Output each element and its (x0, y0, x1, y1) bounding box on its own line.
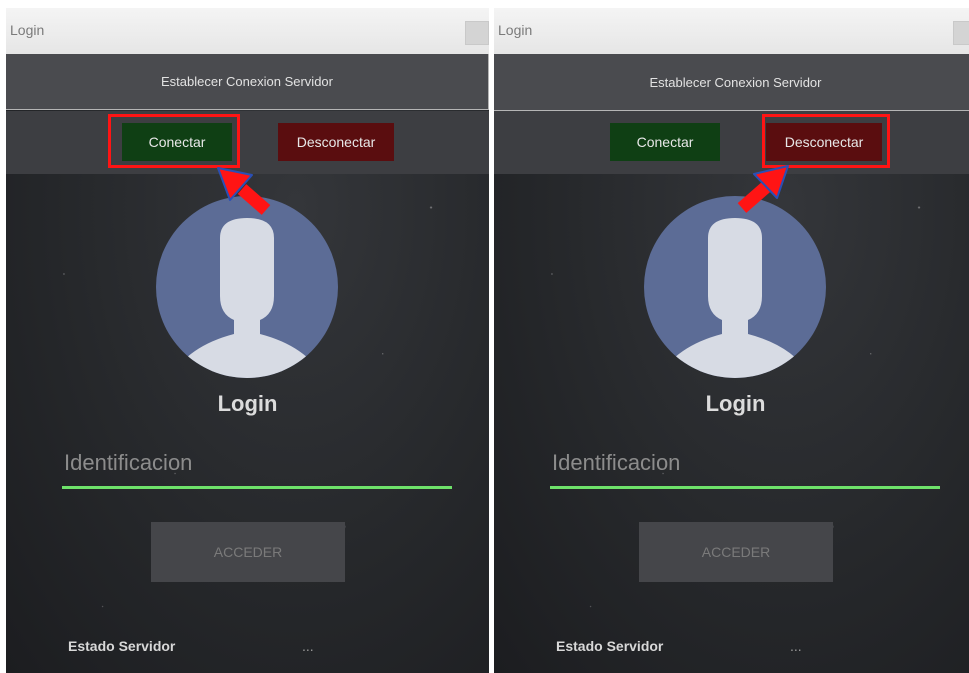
connect-button[interactable]: Conectar (610, 123, 720, 161)
connect-button[interactable]: Conectar (122, 123, 232, 161)
login-heading: Login (217, 391, 278, 416)
server-status-value: ... (302, 638, 314, 654)
connection-header: Establecer Conexion Servidor (494, 54, 969, 111)
disconnect-button[interactable]: Desconectar (278, 123, 394, 161)
login-window-left: Login Establecer Conexion Servidor Conec… (6, 8, 489, 673)
access-button[interactable]: ACCEDER (639, 522, 833, 582)
window-titlebar: Login (6, 8, 489, 54)
window-control-button[interactable] (465, 21, 489, 45)
connection-header-label: Establecer Conexion Servidor (649, 74, 822, 90)
login-heading: Login (705, 391, 766, 416)
connection-header: Establecer Conexion Servidor (6, 54, 489, 110)
connection-buttons-row: Conectar Desconectar (6, 111, 489, 174)
user-silhouette-icon (170, 218, 324, 378)
server-status-label: Estado Servidor (556, 638, 664, 654)
window-title: Login (498, 22, 533, 38)
avatar (156, 196, 338, 378)
avatar (644, 196, 826, 378)
access-button[interactable]: ACCEDER (151, 522, 345, 582)
user-silhouette-icon (658, 218, 812, 378)
server-status-label: Estado Servidor (68, 638, 176, 654)
identification-input[interactable] (550, 444, 940, 489)
window-control-button[interactable] (953, 21, 969, 45)
login-window-right: Login Establecer Conexion Servidor Conec… (494, 8, 969, 673)
window-titlebar: Login (494, 8, 969, 54)
server-status-value: ... (790, 638, 802, 654)
connection-buttons-row: Conectar Desconectar (494, 111, 969, 174)
connection-header-label: Establecer Conexion Servidor (161, 74, 333, 89)
disconnect-button[interactable]: Desconectar (766, 123, 882, 161)
identification-input[interactable] (62, 444, 452, 489)
window-title: Login (10, 22, 45, 38)
